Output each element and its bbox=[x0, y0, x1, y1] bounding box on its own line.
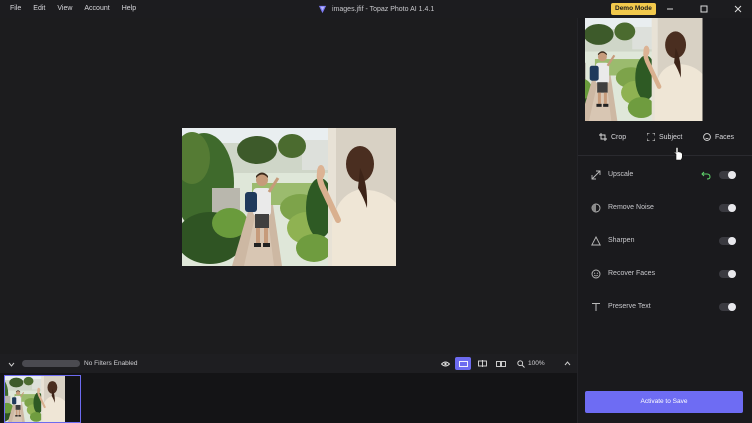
toggle-knob bbox=[728, 237, 736, 245]
filter-label-sharpen: Sharpen bbox=[608, 237, 635, 244]
menu-bar: File Edit View Account Help bbox=[4, 0, 142, 18]
title-bar: File Edit View Account Help images.jfif … bbox=[0, 0, 752, 18]
right-panel: Crop Subject Faces Upscale Remove Noise … bbox=[577, 18, 752, 423]
zoom-menu-button[interactable] bbox=[561, 357, 573, 370]
navigator-preview[interactable] bbox=[585, 18, 746, 121]
tab-subject-label: Subject bbox=[659, 133, 683, 141]
filter-row-sharpen: Sharpen bbox=[578, 231, 752, 251]
topaz-logo-icon bbox=[318, 5, 327, 13]
tab-subject[interactable]: Subject bbox=[647, 126, 682, 148]
menu-file[interactable]: File bbox=[4, 0, 27, 18]
side-by-side-icon bbox=[496, 360, 506, 367]
split-view-button[interactable] bbox=[474, 357, 490, 370]
tool-tabs: Crop Subject Faces bbox=[578, 126, 752, 148]
faces-icon bbox=[703, 133, 711, 141]
filter-row-remove-noise: Remove Noise bbox=[578, 198, 752, 218]
eye-icon bbox=[440, 361, 450, 366]
filter-row-preserve-text: Preserve Text bbox=[578, 297, 752, 317]
close-button[interactable] bbox=[727, 0, 749, 18]
filter-label-remove-noise: Remove Noise bbox=[608, 204, 654, 211]
menu-view[interactable]: View bbox=[51, 0, 78, 18]
toggle-knob bbox=[728, 270, 736, 278]
toggle-sharpen[interactable] bbox=[719, 237, 736, 245]
zoom-level: 100% bbox=[528, 360, 545, 367]
toggle-remove-noise[interactable] bbox=[719, 204, 736, 212]
filter-row-recover-faces: Recover Faces bbox=[578, 264, 752, 284]
filter-progress-pill bbox=[22, 360, 80, 367]
filter-label-upscale: Upscale bbox=[608, 171, 634, 178]
split-view-icon bbox=[477, 360, 487, 367]
menu-edit[interactable]: Edit bbox=[27, 0, 51, 18]
main-photo[interactable] bbox=[182, 128, 396, 266]
filter-label-preserve-text: Preserve Text bbox=[608, 303, 651, 310]
chevron-up-icon bbox=[564, 361, 570, 366]
chevron-down-icon bbox=[8, 362, 14, 367]
collapse-filmstrip-button[interactable] bbox=[5, 358, 17, 370]
crop-icon bbox=[599, 133, 607, 141]
tab-faces-label: Faces bbox=[715, 133, 735, 141]
filter-label-recover-faces: Recover Faces bbox=[608, 270, 656, 277]
window-title: images.jfif - Topaz Photo AI 1.4.1 bbox=[332, 5, 435, 13]
recover-faces-icon bbox=[591, 269, 601, 279]
filter-row-upscale: Upscale bbox=[578, 165, 752, 185]
tab-crop-label: Crop bbox=[611, 133, 627, 141]
minimize-icon bbox=[667, 8, 673, 10]
zoom-control[interactable]: 100% bbox=[517, 357, 557, 370]
single-view-button[interactable] bbox=[455, 357, 471, 370]
upscale-icon bbox=[591, 170, 601, 180]
window-title-area: images.jfif - Topaz Photo AI 1.4.1 bbox=[318, 0, 434, 18]
side-by-side-button[interactable] bbox=[493, 357, 509, 370]
toggle-recover-faces[interactable] bbox=[719, 270, 736, 278]
menu-help[interactable]: Help bbox=[116, 0, 142, 18]
close-icon bbox=[734, 5, 742, 13]
preserve-text-icon bbox=[591, 302, 601, 312]
toggle-knob bbox=[728, 204, 736, 212]
menu-account[interactable]: Account bbox=[78, 0, 115, 18]
filmstrip bbox=[0, 373, 577, 423]
toggle-upscale[interactable] bbox=[719, 171, 736, 179]
divider bbox=[578, 155, 752, 156]
minimize-button[interactable] bbox=[659, 0, 681, 18]
filmstrip-thumbnail[interactable] bbox=[4, 375, 81, 423]
maximize-button[interactable] bbox=[693, 0, 715, 18]
toggle-preserve-text[interactable] bbox=[719, 303, 736, 311]
tab-faces[interactable]: Faces bbox=[703, 126, 734, 148]
remove-noise-icon bbox=[591, 203, 601, 213]
toggle-knob bbox=[728, 171, 736, 179]
bottom-toolbar: No Filters Enabled 100% bbox=[0, 354, 577, 373]
preview-toggle-button[interactable] bbox=[437, 357, 453, 370]
toggle-knob bbox=[728, 303, 736, 311]
single-view-icon bbox=[458, 360, 468, 367]
image-canvas[interactable] bbox=[0, 18, 577, 354]
maximize-icon bbox=[700, 5, 708, 13]
subject-icon bbox=[647, 133, 655, 141]
tab-crop[interactable]: Crop bbox=[599, 126, 626, 148]
demo-mode-badge[interactable]: Demo Mode bbox=[611, 3, 656, 15]
undo-icon[interactable] bbox=[701, 170, 711, 180]
filter-status-text: No Filters Enabled bbox=[84, 360, 138, 367]
activate-to-save-button[interactable]: Activate to Save bbox=[585, 391, 743, 413]
sharpen-icon bbox=[591, 236, 601, 246]
hand-cursor-icon bbox=[674, 147, 683, 161]
zoom-icon bbox=[517, 359, 525, 368]
